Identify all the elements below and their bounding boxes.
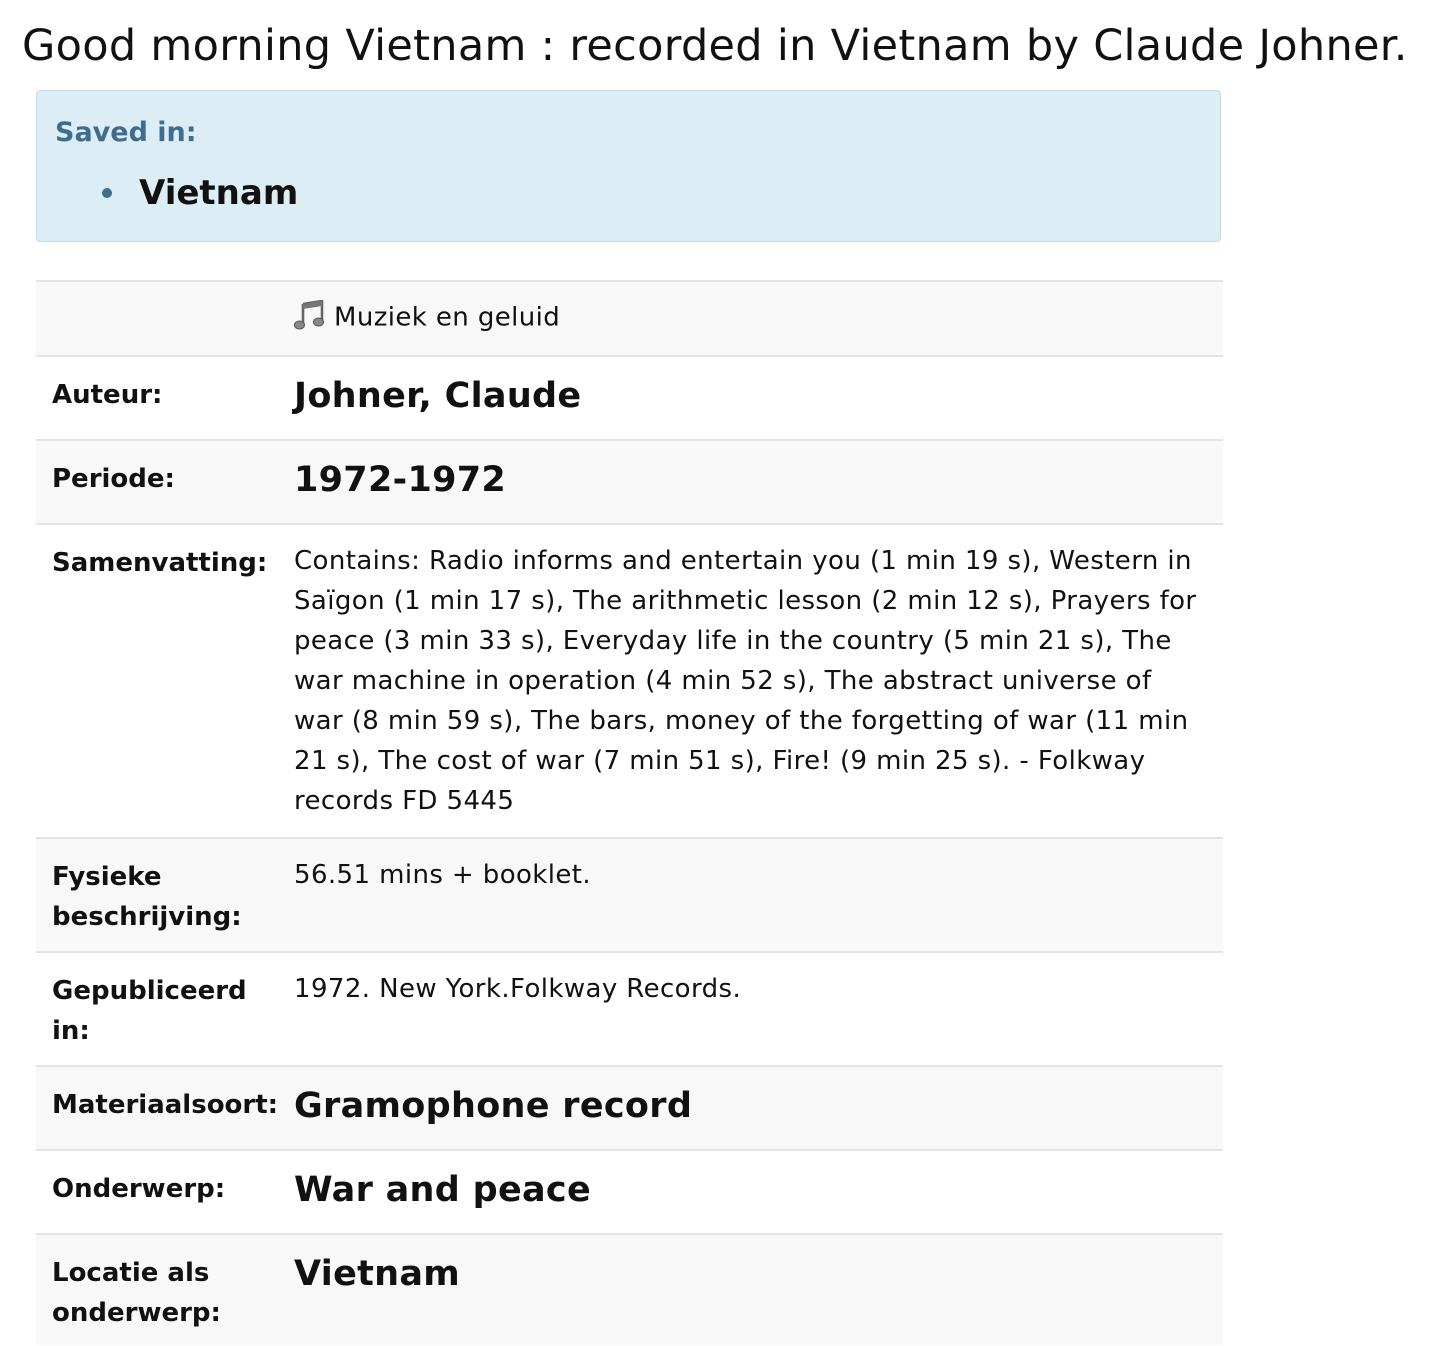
field-value-subject[interactable]: War and peace (294, 1151, 1223, 1233)
field-value-physical-description: 56.51 mins + booklet. (294, 860, 592, 890)
record-details-table: Muziek en geluid Auteur: Johner, Claude … (36, 280, 1223, 1345)
field-label: Gepubliceerd in: (52, 976, 247, 1046)
field-value-summary: Contains: Radio informs and entertain yo… (294, 546, 1197, 816)
saved-in-item: Vietnam (97, 173, 298, 213)
field-label: Auteur: (52, 380, 163, 410)
field-row-samenvatting: Samenvatting: Contains: Radio informs an… (36, 523, 1223, 837)
saved-in-panel: Saved in: Vietnam (36, 90, 1221, 242)
music-notes-icon (294, 298, 326, 330)
field-label: Locatie als onderwerp: (52, 1258, 221, 1328)
field-value-published: 1972. New York.Folkway Records. (294, 974, 742, 1004)
saved-in-label: Saved in: (55, 117, 197, 148)
saved-in-item-label[interactable]: Vietnam (139, 173, 298, 213)
field-label: Fysieke beschrijving: (52, 862, 242, 932)
page-title: Good morning Vietnam : recorded in Vietn… (22, 21, 1408, 71)
record-type-cell: Muziek en geluid (294, 282, 1223, 355)
field-row-locatie-als-onderwerp: Locatie als onderwerp: Vietnam (36, 1233, 1223, 1345)
field-row-materiaalsoort: Materiaalsoort: Gramophone record (36, 1065, 1223, 1149)
field-row-fysieke-beschrijving: Fysieke beschrijving: 56.51 mins + bookl… (36, 837, 1223, 951)
field-label: Samenvatting: (52, 548, 268, 578)
field-row-auteur: Auteur: Johner, Claude (36, 355, 1223, 439)
record-type-row: Muziek en geluid (36, 280, 1223, 355)
field-label: Onderwerp: (52, 1174, 226, 1204)
field-value-material-type[interactable]: Gramophone record (294, 1067, 1223, 1149)
field-row-onderwerp: Onderwerp: War and peace (36, 1149, 1223, 1233)
field-row-periode: Periode: 1972-1972 (36, 439, 1223, 523)
field-value-period: 1972-1972 (294, 460, 507, 500)
record-type-label-cell (36, 282, 294, 355)
field-value-author[interactable]: Johner, Claude (294, 357, 1223, 439)
field-label: Periode: (52, 464, 175, 494)
saved-in-list: Vietnam (97, 173, 298, 213)
bullet-icon (102, 188, 112, 198)
field-row-gepubliceerd-in: Gepubliceerd in: 1972. New York.Folkway … (36, 951, 1223, 1065)
field-label: Materiaalsoort: (52, 1090, 279, 1120)
field-value-location-subject[interactable]: Vietnam (294, 1235, 1223, 1345)
record-type-label: Muziek en geluid (334, 302, 561, 333)
